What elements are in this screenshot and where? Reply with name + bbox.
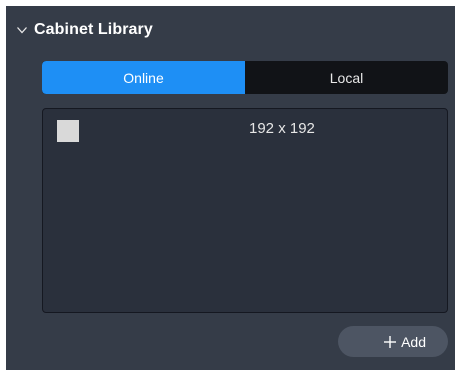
add-button-label: Add bbox=[401, 333, 426, 350]
tab-online[interactable]: Online bbox=[42, 61, 245, 94]
panel-header[interactable]: Cabinet Library bbox=[16, 16, 153, 44]
plus-icon bbox=[383, 335, 397, 349]
cabinet-name: 192 x 192 bbox=[249, 120, 315, 137]
list-item[interactable]: 192 x 192 bbox=[43, 109, 447, 149]
panel-title: Cabinet Library bbox=[34, 21, 153, 38]
source-tabs: Online Local bbox=[42, 61, 448, 94]
cabinet-thumbnail bbox=[57, 120, 79, 142]
add-button[interactable]: Add bbox=[338, 326, 448, 357]
cabinet-list[interactable]: 192 x 192 bbox=[42, 108, 448, 313]
tab-local[interactable]: Local bbox=[245, 61, 448, 94]
chevron-down-icon[interactable] bbox=[16, 24, 28, 36]
cabinet-library-panel: Cabinet Library Online Local 192 x 192 A… bbox=[6, 6, 455, 370]
